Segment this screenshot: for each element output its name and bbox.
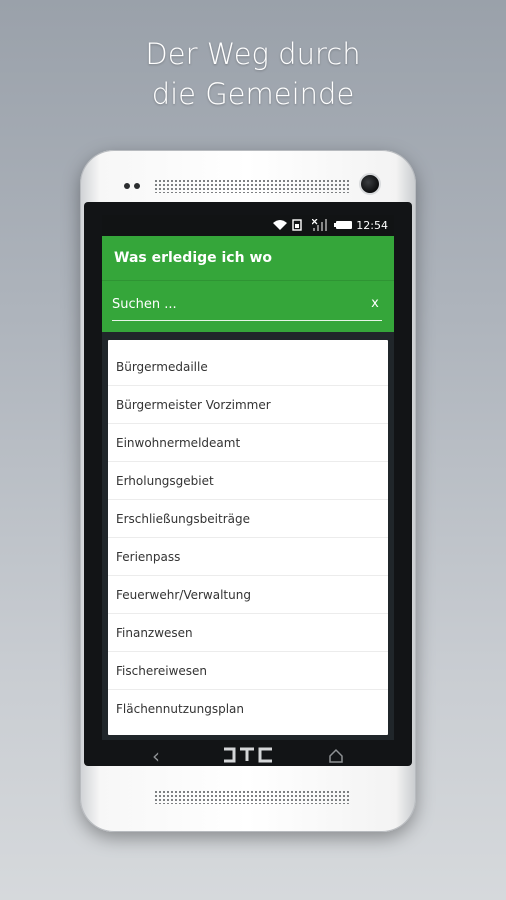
promo-line-1: Der Weg durch [145,37,361,71]
speaker-grille [154,790,350,804]
list-item[interactable]: Einwohnermeldeamt [108,424,388,462]
sensor-dot [134,183,140,189]
home-icon[interactable] [328,748,344,764]
hardware-nav-bar: ‹ [102,740,394,776]
clear-search-button[interactable]: x [368,295,382,313]
htc-logo-icon [224,747,272,763]
list-item[interactable]: Finanzwesen [108,614,388,652]
status-bar: 12:54 [102,215,394,236]
search-input[interactable] [112,291,346,317]
promo-headline: Der Weg durch die Gemeinde [0,34,506,114]
search-bar: x [102,280,394,332]
list-item[interactable]: Erholungsgebiet [108,462,388,500]
app-title: Was erledige ich wo [102,236,394,280]
earpiece-grille [154,179,350,193]
front-camera [359,173,381,195]
sensor-dot [124,183,130,189]
list-item[interactable]: Flächennutzungsplan [108,690,388,728]
phone-screen: 12:54 Was erledige ich wo x Bürgermedail… [102,215,394,740]
status-time: 12:54 [356,219,388,232]
sim-icon [292,219,302,231]
promo-line-2: die Gemeinde [151,77,355,111]
list-item[interactable]: Ferienpass [108,538,388,576]
results-list: Bürgermedaille Bürgermeister Vorzimmer E… [108,340,388,735]
list-item[interactable]: Bürgermedaille [108,348,388,386]
list-item[interactable]: Erschließungsbeiträge [108,500,388,538]
search-underline [112,320,382,321]
wifi-icon [273,220,287,230]
list-item[interactable]: Bürgermeister Vorzimmer [108,386,388,424]
back-icon[interactable]: ‹ [152,746,160,766]
device-logo [222,746,274,769]
signal-icon [312,219,327,231]
list-item[interactable]: Feuerwehr/Verwaltung [108,576,388,614]
list-item[interactable]: Fischereiwesen [108,652,388,690]
battery-icon [334,221,352,229]
